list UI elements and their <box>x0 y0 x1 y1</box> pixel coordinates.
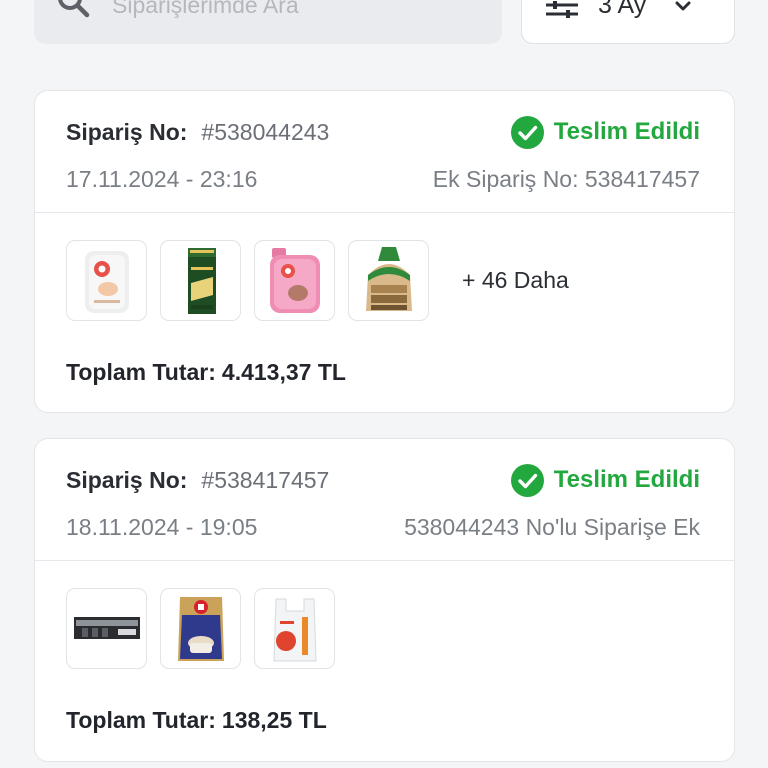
more-products-link[interactable]: + 46 Daha <box>462 267 569 294</box>
linked-order-info: 538044243 No'lu Siparişe Ek <box>404 513 700 540</box>
product-thumbnail[interactable] <box>66 587 147 669</box>
search-icon <box>58 0 90 18</box>
order-datetime: 17.11.2024 - 23:16 <box>66 165 258 192</box>
status-badge: Teslim Edildi <box>510 463 700 497</box>
liquid-soap-bottle-icon <box>84 251 129 313</box>
order-number-label: Sipariş No: <box>66 466 188 493</box>
date-filter-button[interactable]: 3 Ay <box>521 0 735 44</box>
date-filter-label: 3 Ay <box>598 0 647 19</box>
product-thumbnail[interactable] <box>66 239 147 321</box>
filter-sliders-icon <box>546 1 578 18</box>
order-total: Toplam Tutar: 4.413,37 TL <box>66 359 346 386</box>
order-card-header: Sipariş No: #538044243 Teslim Edildi 17.… <box>35 91 734 213</box>
bread-bag-icon <box>365 247 412 311</box>
check-circle-icon <box>510 463 544 497</box>
product-thumbnail[interactable] <box>160 587 241 669</box>
total-label: Toplam Tutar: <box>66 707 216 733</box>
coffee-pouch-icon <box>177 597 224 661</box>
check-circle-icon <box>510 115 544 149</box>
order-card-header: Sipariş No: #538417457 Teslim Edildi 18.… <box>35 439 734 561</box>
pasta-box-icon <box>187 248 216 314</box>
search-placeholder: Siparişlerimde Ara <box>112 0 299 18</box>
shopping-bag-icon <box>272 598 317 662</box>
status-text: Teslim Edildi <box>553 466 700 493</box>
order-number-label: Sipariş No: <box>66 118 188 145</box>
product-thumbnail[interactable] <box>160 239 241 321</box>
product-thumbnail[interactable] <box>254 587 335 669</box>
product-thumbnails <box>66 587 335 669</box>
product-thumbnails: + 46 Daha <box>66 239 569 321</box>
status-badge: Teslim Edildi <box>510 115 700 149</box>
order-datetime: 18.11.2024 - 19:05 <box>66 513 258 540</box>
pink-liquid-soap-icon <box>269 248 320 313</box>
order-number: #538044243 <box>201 118 330 145</box>
order-card[interactable]: Sipariş No: #538417457 Teslim Edildi 18.… <box>34 438 735 762</box>
status-text: Teslim Edildi <box>553 118 700 145</box>
chevron-down-icon <box>675 1 691 11</box>
order-total: Toplam Tutar: 138,25 TL <box>66 707 327 734</box>
total-value: 138,25 TL <box>221 707 327 733</box>
search-input[interactable]: Siparişlerimde Ara <box>34 0 502 44</box>
order-number: #538417457 <box>201 466 330 493</box>
total-label: Toplam Tutar: <box>66 359 216 385</box>
battery-pack-icon <box>73 617 140 639</box>
total-value: 4.413,37 TL <box>221 359 346 385</box>
linked-order-info: Ek Sipariş No: 538417457 <box>432 165 700 192</box>
product-thumbnail[interactable] <box>348 239 429 321</box>
product-thumbnail[interactable] <box>254 239 335 321</box>
order-card[interactable]: Sipariş No: #538044243 Teslim Edildi 17.… <box>34 90 735 413</box>
